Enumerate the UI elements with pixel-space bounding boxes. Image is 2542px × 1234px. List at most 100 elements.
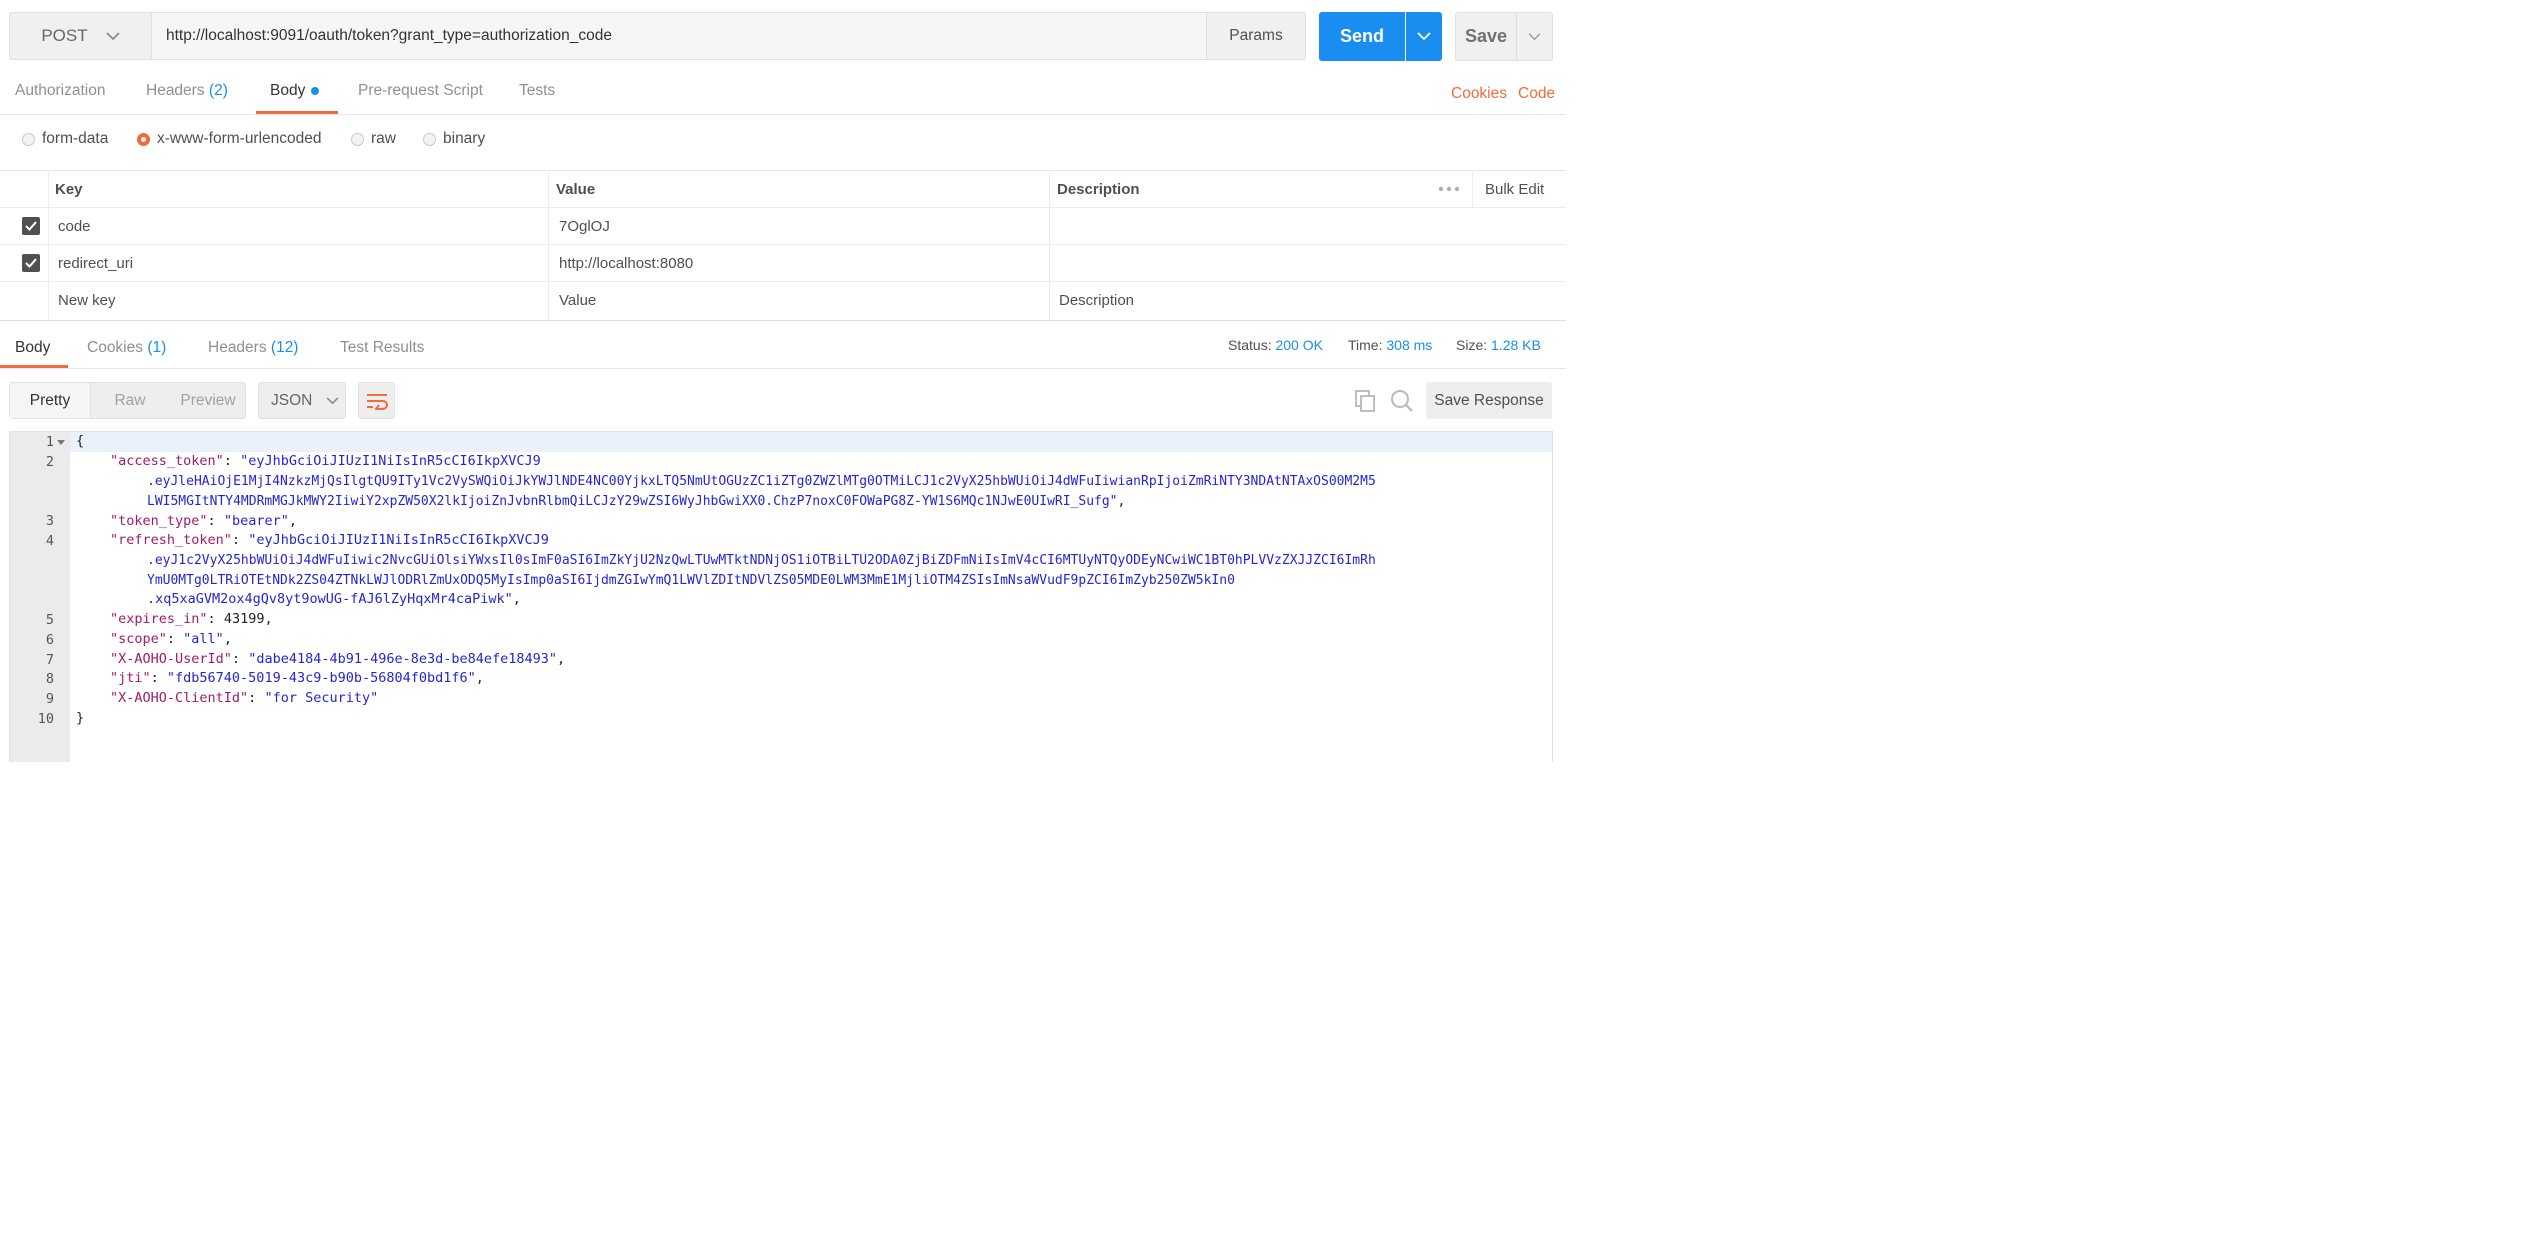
preview-button[interactable]: Preview xyxy=(170,383,246,418)
active-line-highlight xyxy=(70,432,1552,452)
tab-cookies-count: (1) xyxy=(147,339,167,356)
row-checkbox[interactable] xyxy=(22,208,40,244)
tab-headers-count: (2) xyxy=(208,82,228,99)
raw-button[interactable]: Raw xyxy=(90,383,170,418)
code-line-wrapped: .eyJleHAiOjE1MjI4NzkzMjQsIlgtQU9ITy1Vc2V… xyxy=(147,472,1376,492)
tab-cookies-label: Cookies xyxy=(87,339,143,356)
wrap-lines-button[interactable] xyxy=(358,382,395,419)
header-value: Value xyxy=(556,180,596,198)
new-key-input[interactable]: New key xyxy=(58,282,116,319)
checkbox-checked-icon xyxy=(22,254,40,272)
active-tab-indicator xyxy=(256,111,338,114)
new-description-input[interactable]: Description xyxy=(1059,282,1134,319)
json-string: .eyJleHAiOjE1MjI4NzkzMjQsIlgtQU9ITy1Vc2V… xyxy=(147,474,1376,489)
radio-circle xyxy=(22,132,35,146)
json-string: "bearer" xyxy=(223,513,289,529)
row-value[interactable]: 7OglOJ xyxy=(559,208,610,244)
tab-authorization[interactable]: Authorization xyxy=(15,82,105,100)
request-tabs: Authorization Headers (2) Body Pre-reque… xyxy=(0,70,1566,115)
radio-label: form-data xyxy=(42,130,109,147)
code-line: "X-AOHO-ClientId": "for Security" xyxy=(110,690,379,706)
tab-headers[interactable]: Headers (2) xyxy=(146,82,228,100)
line-number: 3 xyxy=(45,513,54,529)
time-readout: Time: 308 ms xyxy=(1348,337,1432,353)
time-label: Time: xyxy=(1348,337,1383,353)
chevron-down-icon xyxy=(326,396,339,404)
code-line: "expires_in": 43199, xyxy=(110,611,273,627)
code-link[interactable]: Code xyxy=(1518,85,1555,103)
modified-dot-icon xyxy=(311,86,320,95)
status-value: 200 OK xyxy=(1275,337,1323,353)
bulk-edit-link[interactable]: Bulk Edit xyxy=(1485,171,1544,207)
save-options-button[interactable] xyxy=(1516,12,1553,61)
method-dropdown[interactable]: POST xyxy=(9,12,152,60)
json-string: YmU0MTg0LTRiOTEtNDk2ZS04ZTNkLWJlODRlZmUx… xyxy=(147,573,1235,588)
tab-tests[interactable]: Tests xyxy=(519,82,555,100)
radio-label: raw xyxy=(371,130,396,147)
pretty-button[interactable]: Pretty xyxy=(10,383,91,418)
row-key[interactable]: redirect_uri xyxy=(58,245,133,281)
json-key: "token_type" xyxy=(110,513,208,529)
code-line: "jti": "fdb56740-5019-43c9-b90b-56804f0b… xyxy=(110,670,484,686)
time-value: 308 ms xyxy=(1386,337,1433,353)
tab-response-cookies[interactable]: Cookies (1) xyxy=(87,339,166,357)
save-button[interactable]: Save xyxy=(1455,12,1517,61)
new-value-input[interactable]: Value xyxy=(559,282,596,319)
url-input[interactable]: http://localhost:9091/oauth/token?grant_… xyxy=(152,12,1207,60)
table-row: code 7OglOJ xyxy=(0,208,1566,245)
json-key: "X-AOHO-ClientId" xyxy=(110,690,249,706)
line-number: 5 xyxy=(45,612,54,628)
radio-binary[interactable]: binary xyxy=(423,130,485,148)
code-line: "token_type": "bearer", xyxy=(110,513,297,529)
chevron-down-icon xyxy=(1417,32,1431,41)
row-key[interactable]: code xyxy=(58,208,91,244)
send-label: Send xyxy=(1339,26,1384,46)
params-table: Key Value Description Bulk Edit code 7Og… xyxy=(0,170,1566,321)
code-line-wrapped: .eyJ1c2VyX25hbWUiOiJ4dWFuIiwic2NvcGUiOls… xyxy=(147,551,1376,571)
status-label: Status: xyxy=(1228,337,1272,353)
copy-icon[interactable] xyxy=(1354,389,1378,417)
save-response-button[interactable]: Save Response xyxy=(1426,382,1552,419)
cookies-link[interactable]: Cookies xyxy=(1451,85,1507,103)
json-string: "eyJhbGciOiJIUzI1NiIsInR5cCI6IkpXVCJ9 xyxy=(240,453,541,469)
params-button[interactable]: Params xyxy=(1206,12,1306,60)
json-string: LWI5MGItNTY4MDRmMGJkMWY2IiwiY2xpZW50X2lk… xyxy=(147,494,1118,509)
size-readout: Size: 1.28 KB xyxy=(1456,337,1541,353)
view-mode-segmented: Pretty Raw Preview xyxy=(9,382,246,419)
tab-headers-count: (12) xyxy=(270,339,299,356)
json-key: "jti" xyxy=(110,670,151,686)
row-checkbox[interactable] xyxy=(22,245,40,281)
tab-body-label: Body xyxy=(270,82,306,99)
tab-test-results[interactable]: Test Results xyxy=(340,339,424,357)
response-code-editor[interactable]: 1 2 3 4 5 6 7 8 9 10 { "access_token": "… xyxy=(9,431,1553,762)
more-options-icon[interactable] xyxy=(1438,171,1460,207)
fold-caret-icon[interactable] xyxy=(57,440,65,446)
tab-response-body[interactable]: Body xyxy=(15,339,50,357)
code-line: } xyxy=(76,709,84,729)
line-number: 2 xyxy=(45,454,54,470)
radio-urlencoded[interactable]: x-www-form-urlencoded xyxy=(137,130,322,148)
line-number: 4 xyxy=(45,533,54,549)
json-string: "for Security" xyxy=(264,690,379,706)
send-button[interactable]: Send xyxy=(1319,12,1405,61)
format-label: JSON xyxy=(271,391,313,409)
chevron-down-icon xyxy=(106,31,120,40)
search-icon[interactable] xyxy=(1390,389,1414,417)
row-value[interactable]: http://localhost:8080 xyxy=(559,245,693,281)
tab-response-headers[interactable]: Headers (12) xyxy=(208,339,298,357)
tab-prerequest-script[interactable]: Pre-request Script xyxy=(358,82,483,100)
method-label: POST xyxy=(41,26,88,45)
radio-raw[interactable]: raw xyxy=(351,130,396,148)
checkbox-checked-icon xyxy=(22,217,40,235)
new-row: New key Value Description xyxy=(0,282,1566,319)
format-dropdown[interactable]: JSON xyxy=(258,382,346,419)
radio-label: x-www-form-urlencoded xyxy=(157,130,322,147)
tab-body[interactable]: Body xyxy=(270,82,320,100)
code-line: { xyxy=(76,432,84,452)
json-brace: } xyxy=(76,710,85,726)
radio-form-data[interactable]: form-data xyxy=(22,130,108,148)
radio-label: binary xyxy=(443,130,486,147)
table-row: redirect_uri http://localhost:8080 xyxy=(0,245,1566,282)
send-options-button[interactable] xyxy=(1406,12,1442,61)
json-brace: { xyxy=(76,433,85,449)
